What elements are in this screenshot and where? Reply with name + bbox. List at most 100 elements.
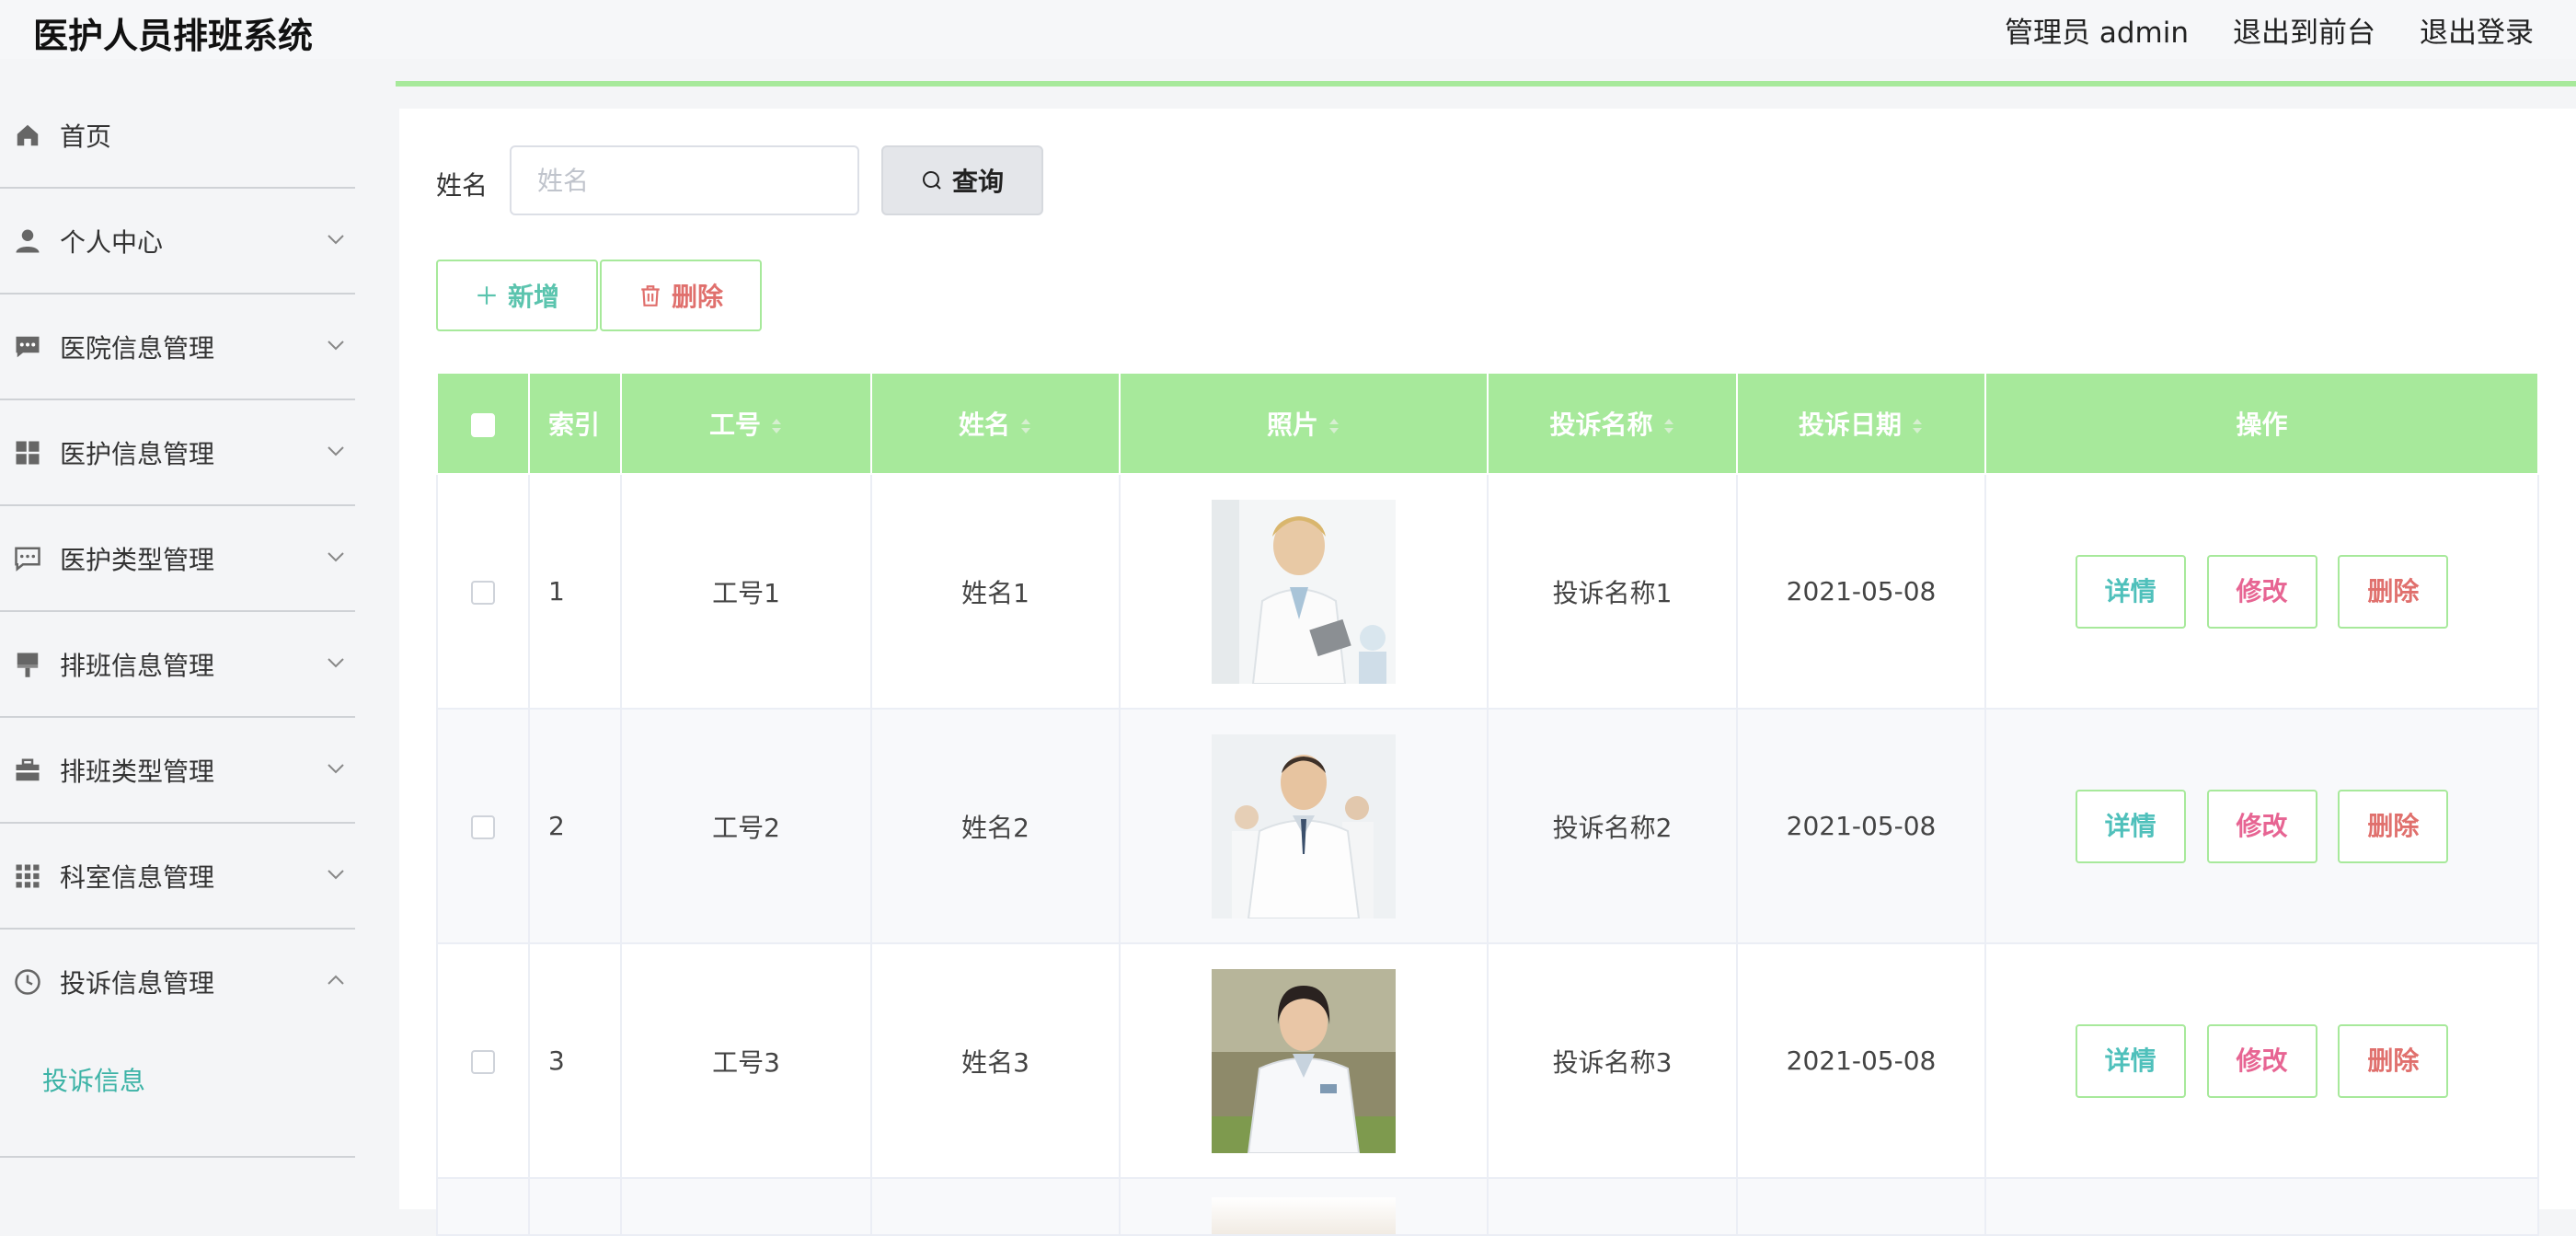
chevron-down-icon	[328, 658, 344, 668]
complaint-date-cell	[1736, 1177, 1986, 1236]
sidebar-item-hospital-info[interactable]: 医院信息管理	[0, 295, 355, 400]
sort-icon[interactable]	[1328, 416, 1340, 436]
actions-cell: 详情 修改 删除	[1984, 473, 2539, 710]
name-cell: 姓名1	[870, 473, 1121, 710]
edit-button[interactable]: 修改	[2206, 789, 2317, 863]
index-cell: 1	[528, 473, 622, 710]
name-cell	[870, 1177, 1121, 1236]
row-checkbox[interactable]	[471, 815, 495, 839]
sidebar-item-label: 医护信息管理	[60, 438, 215, 469]
actions-cell: 详情 修改 删除	[1984, 708, 2539, 944]
chevron-down-icon	[328, 552, 344, 562]
job-no-cell: 工号1	[620, 473, 872, 710]
column-header-job-no[interactable]: 工号	[620, 374, 872, 475]
job-no-cell: 工号2	[620, 708, 872, 944]
photo-cell	[1119, 1177, 1489, 1236]
sidebar-item-schedule-type[interactable]: 排班类型管理	[0, 718, 355, 824]
sidebar-item-label: 首页	[60, 121, 112, 152]
name-cell: 姓名2	[870, 708, 1121, 944]
home-icon	[14, 121, 41, 149]
chat-icon	[14, 333, 41, 361]
column-header-name[interactable]: 姓名	[870, 374, 1121, 475]
job-no-cell	[620, 1177, 872, 1236]
sidebar-item-medical-staff-info[interactable]: 医护信息管理	[0, 400, 355, 506]
name-search-input[interactable]	[510, 145, 859, 215]
column-header-complaint-date[interactable]: 投诉日期	[1736, 374, 1986, 475]
trash-icon	[641, 285, 660, 306]
detail-button[interactable]: 详情	[2075, 1023, 2186, 1098]
top-bar: 医护人员排班系统 管理员 admin 退出到前台 退出登录	[0, 0, 2576, 59]
actions-cell: 详情 修改 删除	[1984, 942, 2539, 1179]
photo-cell	[1119, 942, 1489, 1179]
table-row: 3 工号3 姓名3 投诉名称3 2021-05-08 详情 修改 删除	[436, 942, 2539, 1179]
detail-button[interactable]: 详情	[2075, 789, 2186, 863]
complaint-date-cell: 2021-05-08	[1736, 942, 1986, 1179]
logout-link[interactable]: 退出登录	[2420, 9, 2534, 51]
chevron-down-icon	[328, 341, 344, 351]
search-icon	[922, 171, 941, 190]
column-header-label: 投诉日期	[1798, 410, 1902, 440]
photo-cell	[1119, 473, 1489, 710]
sort-icon[interactable]	[1911, 416, 1924, 436]
row-checkbox[interactable]	[471, 581, 495, 605]
sidebar-item-label: 排班类型管理	[60, 756, 215, 787]
sort-icon[interactable]	[1019, 416, 1032, 436]
batch-delete-button[interactable]: 删除	[600, 260, 762, 331]
add-button[interactable]: 新增	[436, 260, 598, 331]
column-header-label: 工号	[708, 410, 761, 440]
edit-button[interactable]: 修改	[2206, 1023, 2317, 1098]
complaint-name-cell: 投诉名称1	[1487, 473, 1738, 710]
complaint-date-cell: 2021-05-08	[1736, 708, 1986, 944]
complaint-name-cell: 投诉名称3	[1487, 942, 1738, 1179]
delete-button[interactable]: 删除	[2338, 554, 2449, 629]
sort-icon[interactable]	[1662, 416, 1675, 436]
table-header-row: 索引 工号 姓名 照片 投诉名称 投诉日期 操作	[436, 374, 2539, 475]
index-cell: 3	[528, 942, 622, 1179]
sidebar-item-label: 排班信息管理	[60, 650, 215, 681]
plus-icon	[477, 286, 496, 305]
sidebar-item-schedule-info[interactable]: 排班信息管理	[0, 612, 355, 718]
sidebar-item-department-info[interactable]: 科室信息管理	[0, 824, 355, 930]
top-actions: 管理员 admin 退出到前台 退出登录	[2005, 9, 2534, 51]
doctor-photo	[1212, 968, 1396, 1153]
select-all-checkbox[interactable]	[471, 412, 495, 437]
column-header-photo[interactable]: 照片	[1119, 374, 1489, 475]
sidebar-item-label: 个人中心	[60, 226, 164, 258]
apps-icon	[14, 862, 41, 890]
query-button[interactable]: 查询	[881, 145, 1043, 215]
actions-cell	[1984, 1177, 2539, 1236]
detail-button[interactable]: 详情	[2075, 554, 2186, 629]
complaint-table: 索引 工号 姓名 照片 投诉名称 投诉日期 操作 1 工号1 姓名1 投诉名称1…	[436, 374, 2539, 1236]
exit-to-front-link[interactable]: 退出到前台	[2233, 9, 2375, 51]
sidebar-item-label: 投诉信息管理	[60, 967, 215, 999]
row-select-cell	[436, 473, 530, 710]
clock-icon	[14, 968, 41, 996]
sidebar-item-complaint-info[interactable]: 投诉信息管理	[0, 930, 355, 1034]
index-cell	[528, 1177, 622, 1236]
sidebar-item-home[interactable]: 首页	[0, 83, 355, 189]
sidebar-item-personal-center[interactable]: 个人中心	[0, 189, 355, 295]
delete-button[interactable]: 删除	[2338, 1023, 2449, 1098]
column-header-index: 索引	[528, 374, 622, 475]
edit-button[interactable]: 修改	[2206, 554, 2317, 629]
query-button-label: 查询	[951, 167, 1004, 197]
table-row	[436, 1177, 2539, 1236]
grid-icon	[14, 439, 41, 467]
sidebar-item-medical-type[interactable]: 医护类型管理	[0, 506, 355, 612]
sidebar-subitem-complaint[interactable]: 投诉信息	[42, 1061, 145, 1098]
table-row: 2 工号2 姓名2 投诉名称2 2021-05-08 详情 修改 删除	[436, 708, 2539, 944]
row-checkbox[interactable]	[471, 1050, 495, 1074]
add-button-label: 新增	[507, 282, 559, 312]
column-header-complaint-name[interactable]: 投诉名称	[1487, 374, 1738, 475]
chevron-down-icon	[328, 446, 344, 456]
column-header-label: 投诉名称	[1549, 410, 1653, 440]
brush-icon	[14, 651, 41, 678]
sort-icon[interactable]	[770, 416, 783, 436]
column-header-label: 照片	[1266, 410, 1318, 440]
sidebar-item-label: 医护类型管理	[60, 544, 215, 575]
row-select-cell	[436, 708, 530, 944]
complaint-name-cell: 投诉名称2	[1487, 708, 1738, 944]
app-title: 医护人员排班系统	[33, 16, 314, 56]
column-header-actions: 操作	[1984, 374, 2539, 475]
delete-button[interactable]: 删除	[2338, 789, 2449, 863]
